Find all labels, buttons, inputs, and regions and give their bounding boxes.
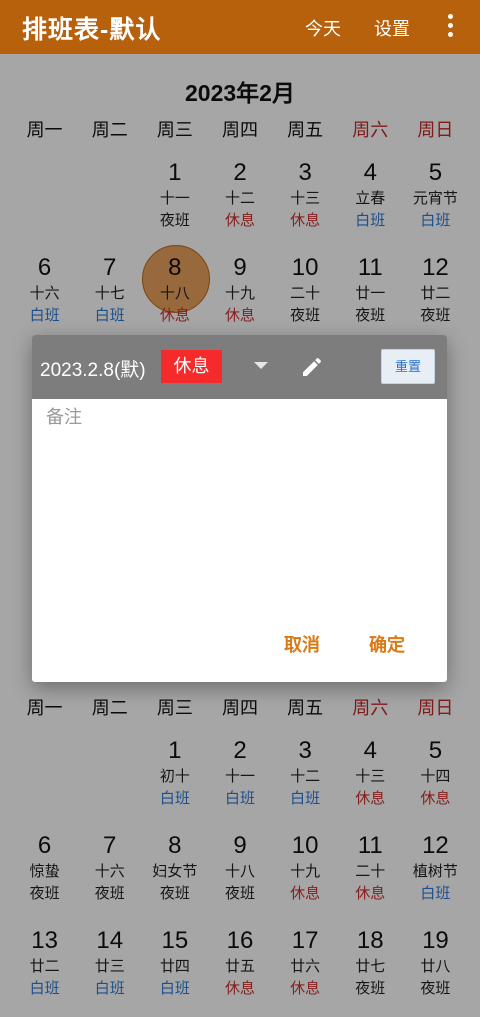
pencil-icon[interactable] — [300, 355, 324, 379]
today-button[interactable]: 今天 — [305, 15, 341, 41]
app-title: 排班表-默认 — [22, 16, 162, 44]
dropdown-arrow-icon[interactable] — [254, 362, 268, 369]
reset-button[interactable]: 重置 — [381, 349, 435, 384]
app-bar: 排班表-默认 今天 设置 — [0, 0, 480, 54]
note-input[interactable]: 备注 — [46, 403, 82, 429]
more-vert-icon[interactable] — [444, 14, 456, 40]
dialog-header: 2023.2.8(默) 休息 重置 — [32, 335, 447, 399]
confirm-button[interactable]: 确定 — [369, 631, 405, 657]
shift-chip[interactable]: 休息 — [161, 350, 222, 383]
settings-button[interactable]: 设置 — [374, 15, 410, 41]
cancel-button[interactable]: 取消 — [284, 631, 320, 657]
shift-edit-dialog: 2023.2.8(默) 休息 重置 备注 取消 确定 — [32, 335, 447, 682]
dialog-date: 2023.2.8(默) — [40, 360, 146, 381]
